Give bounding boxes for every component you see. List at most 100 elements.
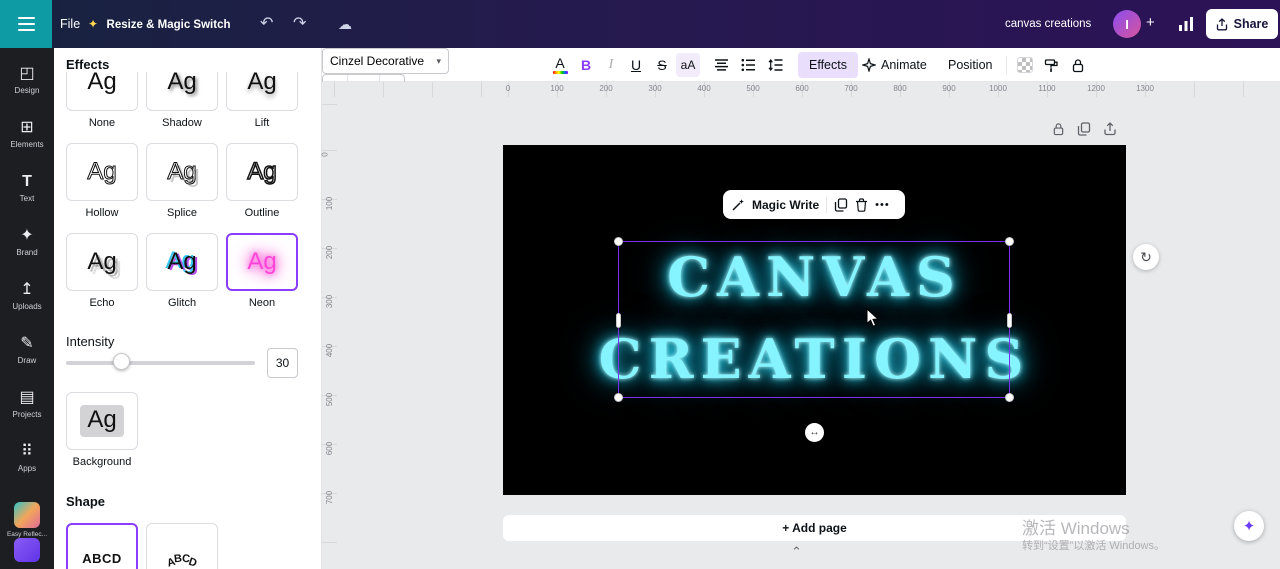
shape-style-curve[interactable]: ABCD (146, 523, 218, 569)
document-title[interactable]: canvas creations (1005, 0, 1091, 48)
duplicate-icon[interactable] (834, 197, 848, 212)
magic-write-button[interactable]: Magic Write (752, 198, 819, 212)
apps-icon: ⠿ (21, 443, 33, 460)
hamburger-menu-button[interactable] (0, 0, 52, 48)
share-button[interactable]: Share (1206, 9, 1278, 39)
sidebar-item-projects[interactable]: ▤ Projects (0, 380, 54, 434)
effect-style-lift[interactable]: Ag Lift (226, 72, 298, 129)
resize-handle-top-right[interactable] (1005, 237, 1014, 246)
align-center-icon (715, 59, 728, 71)
premium-star-icon: ✦ (88, 17, 99, 31)
position-button[interactable]: Position (948, 48, 992, 82)
effect-style-background[interactable]: Ag Background (66, 392, 138, 468)
sidebar-item-draw[interactable]: ✎ Draw (0, 326, 54, 380)
page-action-icons (1052, 122, 1117, 136)
lock-icon (1072, 58, 1084, 72)
text-case-button[interactable]: aA (676, 53, 700, 77)
effects-panel: Effects Ag None Ag Shadow Ag Lift Ag Hollow … (54, 48, 320, 569)
brand-icon: ✦ (20, 227, 34, 244)
bullet-list-icon (741, 58, 755, 72)
effect-style-outline[interactable]: Ag Outline (226, 143, 298, 219)
elements-icon: ⊞ (20, 119, 34, 136)
effect-style-hollow[interactable]: Ag Hollow (66, 143, 138, 219)
top-bar: File ✦ Resize & Magic Switch ↶ ↷ ☁ canva… (0, 0, 1280, 48)
shape-style-grid: ABCD ABCD (66, 523, 298, 569)
font-family-select[interactable]: Cinzel Decorative ▾ (322, 48, 449, 74)
sidebar-item-design[interactable]: ◰ Design (0, 56, 54, 110)
italic-button[interactable]: I (600, 48, 622, 82)
animate-button[interactable]: Animate (862, 48, 927, 82)
horizontal-ruler: 0 100 200 300 400 500 600 700 800 900 10… (322, 82, 1280, 97)
sidebar-item-easy-reflections[interactable]: Easy Reflec... (0, 502, 54, 542)
more-options-icon[interactable]: ••• (875, 199, 890, 211)
sparkle-icon (862, 58, 876, 72)
strikethrough-button[interactable]: S (651, 48, 673, 82)
text-color-button[interactable]: A (549, 48, 571, 82)
draw-icon: ✎ (20, 335, 34, 352)
resize-magic-switch-menu[interactable]: ✦ Resize & Magic Switch (88, 0, 231, 49)
intensity-slider-track[interactable] (66, 361, 255, 365)
sidebar-item-apps[interactable]: ⠿ Apps (0, 434, 54, 488)
refresh-button[interactable]: ↻ (1133, 244, 1159, 270)
shape-style-straight[interactable]: ABCD (66, 523, 138, 569)
file-menu[interactable]: File (60, 0, 80, 48)
share-upload-icon (1216, 17, 1228, 31)
effect-style-none[interactable]: Ag None (66, 72, 138, 129)
underline-button[interactable]: U (625, 48, 647, 82)
resize-handle-top-left[interactable] (614, 237, 623, 246)
text-selection-box[interactable] (614, 237, 1014, 402)
bullet-list-button[interactable] (741, 48, 756, 82)
floating-context-toolbar: Magic Write ••• (723, 190, 905, 219)
sidebar-app-tile[interactable] (14, 538, 40, 562)
text-spacing-button[interactable] (768, 48, 783, 82)
canva-editor-window: File ✦ Resize & Magic Switch ↶ ↷ ☁ canva… (0, 0, 1280, 569)
paint-roller-icon (1044, 58, 1058, 72)
effect-style-glitch[interactable]: Ag Glitch (146, 233, 218, 309)
text-icon: T (22, 173, 32, 190)
sidebar-item-text[interactable]: T Text (0, 164, 54, 218)
insights-chart-icon[interactable] (1178, 16, 1194, 32)
sidebar-item-brand[interactable]: ✦ Brand (0, 218, 54, 272)
effect-style-grid: Ag None Ag Shadow Ag Lift Ag Hollow Ag Splice… (66, 72, 306, 323)
resize-handle-bottom-left[interactable] (614, 393, 623, 402)
transparency-button[interactable] (1017, 57, 1033, 73)
effect-style-shadow[interactable]: Ag Shadow (146, 72, 218, 129)
resize-handle-left[interactable] (616, 313, 621, 328)
add-member-button[interactable]: + (1146, 14, 1155, 31)
projects-icon: ▤ (19, 389, 35, 406)
intensity-value-field[interactable]: 30 (267, 348, 298, 378)
duplicate-page-icon[interactable] (1077, 122, 1091, 136)
avatar[interactable]: I (1113, 10, 1141, 38)
panel-title: Effects (66, 57, 110, 72)
resize-handle-bottom-right[interactable] (1005, 393, 1014, 402)
effect-style-neon[interactable]: Ag Neon (226, 233, 298, 309)
sidebar-item-uploads[interactable]: ↥ Uploads (0, 272, 54, 326)
cloud-save-icon: ☁ (338, 16, 352, 32)
redo-icon[interactable]: ↷ (293, 0, 306, 48)
canva-assistant-button[interactable]: ✦ (1234, 511, 1264, 541)
magic-wand-icon[interactable] (731, 198, 745, 212)
resize-handle-right[interactable] (1007, 313, 1012, 328)
text-toolbar: Cinzel Decorative ▾ − 92.5 + A B I U S a… (322, 48, 1280, 100)
lock-page-icon[interactable] (1052, 122, 1065, 136)
trash-icon[interactable] (855, 197, 868, 212)
vertical-ruler: 0 100 200 300 400 500 600 700 (321, 82, 337, 569)
panel-scroll-region: Ag None Ag Shadow Ag Lift Ag Hollow Ag Splice… (54, 72, 310, 569)
effects-button[interactable]: Effects (798, 52, 858, 78)
effect-style-splice[interactable]: Ag Splice (146, 143, 218, 219)
copy-style-button[interactable] (1044, 48, 1059, 82)
bold-button[interactable]: B (575, 48, 597, 82)
line-spacing-icon (768, 59, 783, 71)
text-align-button[interactable] (714, 48, 729, 82)
rotate-handle[interactable]: ↔ (805, 423, 824, 442)
intensity-control: Intensity 30 (66, 334, 298, 388)
intensity-slider-thumb[interactable] (113, 353, 130, 370)
collapse-chevron-icon[interactable]: ⌃ (791, 544, 802, 560)
intensity-label: Intensity (66, 334, 115, 349)
sidebar-item-elements[interactable]: ⊞ Elements (0, 110, 54, 164)
undo-icon[interactable]: ↶ (260, 0, 273, 48)
lock-button[interactable] (1071, 48, 1085, 82)
effect-style-echo[interactable]: Ag Echo (66, 233, 138, 309)
export-page-icon[interactable] (1103, 122, 1117, 136)
rainbow-color-bar (552, 71, 568, 74)
